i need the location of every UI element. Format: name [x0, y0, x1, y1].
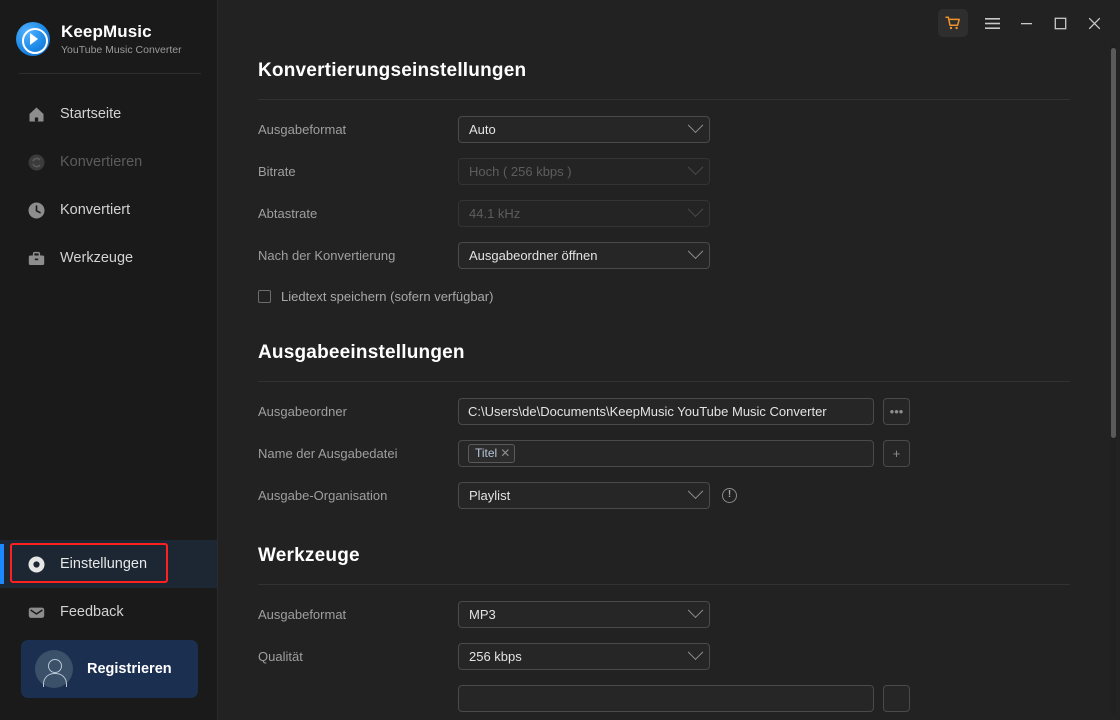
werkzeuge-browse-button[interactable]	[883, 684, 910, 712]
row-label: Bitrate	[258, 163, 296, 179]
row-ausgabeordner: Ausgabeordner C:\Users\de\Documents\Keep…	[258, 397, 1120, 425]
row-label: Ausgabeordner	[258, 403, 347, 419]
select-value: 44.1 kHz	[469, 205, 521, 221]
select-value: Playlist	[469, 487, 511, 503]
row-label: Ausgabe-Organisation	[258, 487, 388, 503]
section-rule	[258, 584, 1070, 585]
section-title: Werkzeuge	[258, 545, 360, 566]
sidebar-item-feedback[interactable]: Feedback	[0, 588, 217, 636]
register-button-label: Registrieren	[87, 661, 172, 677]
abtastrate-select: 44.1 kHz	[458, 199, 710, 227]
row-label: Nach der Konvertierung	[258, 247, 396, 263]
sidebar-bottom-nav: Einstellungen Feedback	[0, 540, 217, 636]
filename-tag-chip[interactable]: Titel ✕	[468, 443, 516, 463]
row-label: Name der Ausgabedatei	[258, 445, 398, 461]
vertical-scrollbar[interactable]	[1111, 42, 1116, 714]
sidebar-item-label: Konvertieren	[60, 154, 143, 170]
sidebar-item-einstellungen[interactable]: Einstellungen	[0, 540, 217, 588]
select-value: Ausgabeordner öffnen	[469, 247, 598, 263]
row-label: Qualität	[258, 648, 303, 664]
sidebar-item-label: Einstellungen	[60, 556, 148, 572]
brand-header: KeepMusic YouTube Music Converter	[0, 0, 217, 56]
ausgabeordner-value: C:\Users\de\Documents\KeepMusic YouTube …	[468, 403, 827, 419]
clock-history-icon	[27, 201, 46, 220]
row-ausgabe-organisation: Ausgabe-Organisation Playlist !	[258, 481, 1120, 509]
ellipsis-icon: •••	[889, 403, 904, 419]
chip-label: Titel	[475, 446, 498, 460]
werkzeuge-qualitaet-select[interactable]: 256 kbps	[458, 642, 710, 670]
sidebar-item-konvertiert[interactable]: Konvertiert	[0, 186, 217, 234]
werkzeuge-ausgabeformat-select[interactable]: MP3	[458, 600, 710, 628]
werkzeuge-ausgabeordner-input[interactable]	[458, 684, 874, 712]
row-werkzeuge-qualitaet: Qualität 256 kbps	[258, 642, 1120, 670]
row-label: Abtastrate	[258, 205, 318, 221]
toolbox-icon	[27, 249, 46, 268]
home-icon	[27, 105, 46, 124]
register-button[interactable]: Registrieren	[21, 640, 198, 698]
sidebar-item-werkzeuge[interactable]: Werkzeuge	[0, 234, 217, 282]
chevron-down-icon	[687, 482, 704, 499]
ausgabedatei-input[interactable]: Titel ✕	[458, 439, 874, 467]
section-title: Konvertierungseinstellungen	[258, 60, 527, 81]
bitrate-select: Hoch ( 256 kbps )	[458, 157, 710, 185]
chevron-down-icon	[687, 200, 704, 217]
section-konvertierungseinstellungen: Konvertierungseinstellungen Ausgabeforma…	[258, 60, 1120, 304]
row-nach-der-konvertierung: Nach der Konvertierung Ausgabeordner öff…	[258, 241, 1120, 269]
section-ausgabeeinstellungen: Ausgabeeinstellungen Ausgabeordner C:\Us…	[258, 342, 1120, 509]
play-circle-logo-icon	[16, 22, 50, 56]
chevron-down-icon	[687, 601, 704, 618]
ausgabe-organisation-select[interactable]: Playlist	[458, 481, 710, 509]
info-circle-icon[interactable]: !	[722, 487, 737, 503]
section-rule	[258, 99, 1070, 100]
browse-folder-button[interactable]: •••	[883, 397, 910, 425]
liedtext-checkbox-row[interactable]: Liedtext speichern (sofern verfügbar)	[258, 289, 1120, 304]
scrollbar-thumb[interactable]	[1111, 48, 1116, 438]
sidebar: KeepMusic YouTube Music Converter Starts…	[0, 0, 218, 720]
sidebar-item-startseite[interactable]: Startseite	[0, 90, 217, 138]
select-value: Auto	[469, 121, 496, 137]
chevron-down-icon	[687, 242, 704, 259]
liedtext-checkbox-label: Liedtext speichern (sofern verfügbar)	[281, 289, 494, 304]
row-werkzeuge-ausgabeformat: Ausgabeformat MP3	[258, 600, 1120, 628]
app-window: KeepMusic YouTube Music Converter Starts…	[0, 0, 1120, 720]
sidebar-nav: Startseite Konvertieren Konvertiert Werk…	[0, 90, 217, 282]
sidebar-item-label: Startseite	[60, 106, 122, 122]
close-icon[interactable]: ✕	[500, 446, 510, 460]
app-name: KeepMusic	[61, 22, 152, 41]
chevron-down-icon	[687, 643, 704, 660]
plus-icon: +	[892, 445, 901, 461]
sidebar-item-label: Konvertiert	[60, 202, 131, 218]
ausgabeordner-input[interactable]: C:\Users\de\Documents\KeepMusic YouTube …	[458, 397, 874, 425]
settings-content: Konvertierungseinstellungen Ausgabeforma…	[218, 0, 1120, 720]
ausgabeformat-select[interactable]: Auto	[458, 115, 710, 143]
chevron-down-icon	[687, 116, 704, 133]
add-tag-button[interactable]: +	[883, 439, 910, 467]
row-name-der-ausgabedatei: Name der Ausgabedatei Titel ✕ +	[258, 439, 1120, 467]
app-subtitle: YouTube Music Converter	[61, 44, 182, 56]
row-label: Ausgabeformat	[258, 606, 347, 622]
section-rule	[258, 381, 1070, 382]
main-area: Konvertierungseinstellungen Ausgabeforma…	[218, 0, 1120, 720]
select-value: MP3	[469, 606, 496, 622]
section-title: Ausgabeeinstellungen	[258, 342, 465, 363]
chevron-down-icon	[687, 158, 704, 175]
user-avatar-icon	[35, 650, 73, 688]
envelope-icon	[27, 603, 46, 622]
section-werkzeuge: Werkzeuge Ausgabeformat MP3 Qualität 256…	[258, 545, 1120, 712]
row-werkzeuge-ausgabeordner-clipped	[258, 684, 1120, 712]
sidebar-divider	[19, 73, 201, 74]
select-value: 256 kbps	[469, 648, 522, 664]
settings-gear-icon	[27, 555, 46, 574]
liedtext-checkbox[interactable]	[258, 290, 271, 303]
sidebar-item-konvertieren[interactable]: Konvertieren	[0, 138, 217, 186]
sidebar-item-label: Werkzeuge	[60, 250, 134, 266]
row-ausgabeformat: Ausgabeformat Auto	[258, 115, 1120, 143]
select-value: Hoch ( 256 kbps )	[469, 163, 572, 179]
nach-konvertierung-select[interactable]: Ausgabeordner öffnen	[458, 241, 710, 269]
row-bitrate: Bitrate Hoch ( 256 kbps )	[258, 157, 1120, 185]
row-abtastrate: Abtastrate 44.1 kHz	[258, 199, 1120, 227]
convert-refresh-icon	[27, 153, 46, 172]
row-label: Ausgabeformat	[258, 121, 347, 137]
sidebar-item-label: Feedback	[60, 604, 124, 620]
